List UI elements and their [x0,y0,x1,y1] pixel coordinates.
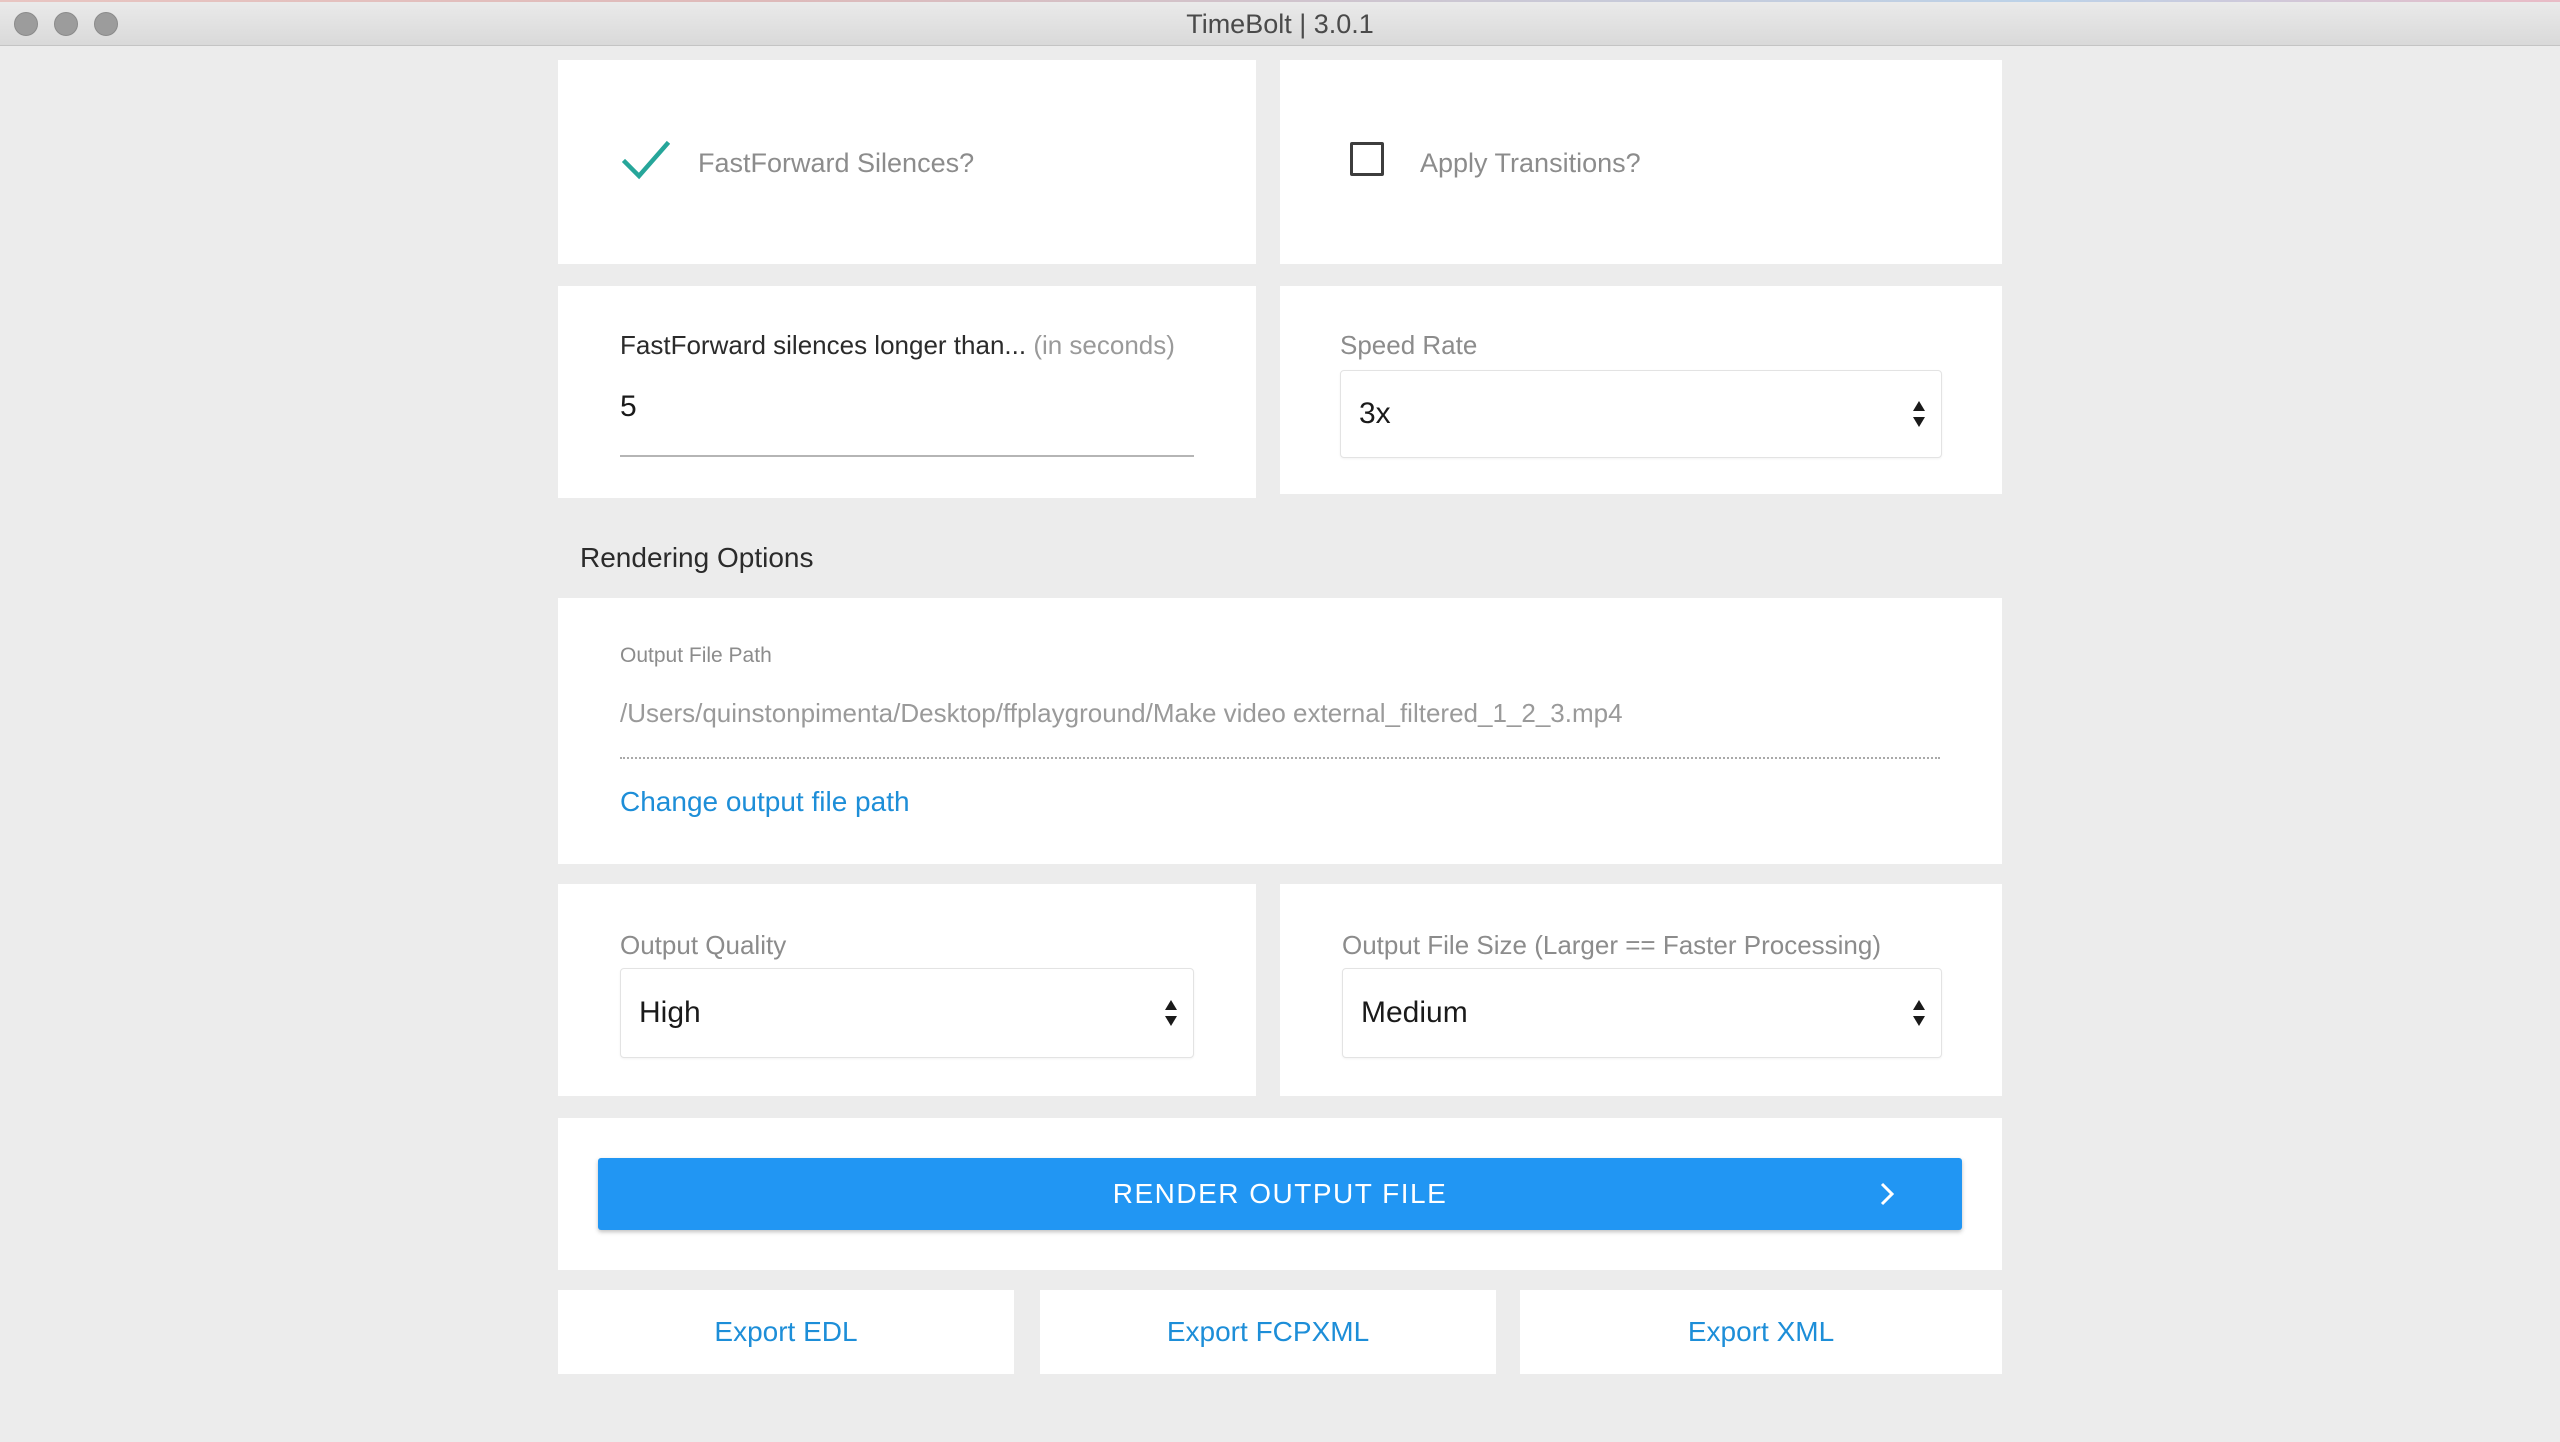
export-fcpxml-label: Export FCPXML [1166,1316,1370,1347]
silence-threshold-card: FastForward silences longer than... (in … [558,286,1256,498]
output-quality-value: High [639,996,701,1029]
silence-threshold-input[interactable]: 5 [620,390,637,424]
output-file-size-value: Medium [1361,996,1468,1029]
output-path-card: Output File Path /Users/quinstonpimenta/… [558,598,2002,864]
title-bar: TimeBolt | 3.0.1 [0,0,2560,46]
speed-rate-value: 3x [1359,397,1391,430]
output-file-size-card: Output File Size (Larger == Faster Proce… [1280,884,2002,1096]
apply-transitions-checkbox[interactable] [1350,142,1384,176]
export-fcpxml-button[interactable]: Export FCPXML [1040,1290,1496,1374]
export-edl-label: Export EDL [714,1316,858,1347]
select-arrows-icon [1165,1000,1177,1026]
app-window: TimeBolt | 3.0.1 FastForward Silences? A… [0,0,2560,1442]
checkmark-icon[interactable] [622,140,670,182]
output-quality-label: Output Quality [620,930,787,960]
silence-threshold-label-text: FastForward silences longer than... [620,330,1027,360]
export-xml-button[interactable]: Export XML [1520,1290,2002,1374]
export-edl-button[interactable]: Export EDL [558,1290,1014,1374]
render-output-file-button[interactable]: RENDER OUTPUT FILE [598,1158,1962,1230]
render-output-file-label: RENDER OUTPUT FILE [1112,1178,1448,1209]
change-output-path-link[interactable]: Change output file path [620,786,910,818]
output-quality-card: Output Quality High [558,884,1256,1096]
output-file-size-label: Output File Size (Larger == Faster Proce… [1342,930,1882,960]
silence-threshold-label: FastForward silences longer than... (in … [620,330,1175,361]
output-path-value: /Users/quinstonpimenta/Desktop/ffplaygro… [620,698,1623,728]
title-bar-accent [0,0,2560,2]
export-xml-label: Export XML [1687,1316,1835,1347]
output-file-size-select[interactable]: Medium [1342,968,1942,1058]
apply-transitions-card: Apply Transitions? [1280,60,2002,264]
fastforward-silences-label[interactable]: FastForward Silences? [698,148,974,179]
silence-threshold-hint: (in seconds) [1033,330,1175,360]
speed-rate-card: Speed Rate 3x [1280,286,2002,494]
silence-threshold-underline [620,455,1194,457]
speed-rate-label: Speed Rate [1340,330,1478,360]
output-quality-select[interactable]: High [620,968,1194,1058]
select-arrows-icon [1913,1000,1925,1026]
apply-transitions-label[interactable]: Apply Transitions? [1420,148,1641,179]
output-path-underline [620,757,1940,759]
chevron-right-icon [1880,1182,1894,1206]
rendering-options-heading: Rendering Options [580,542,814,573]
select-arrows-icon [1913,401,1925,427]
output-path-label: Output File Path [620,644,772,667]
fastforward-silences-card: FastForward Silences? [558,60,1256,264]
speed-rate-select[interactable]: 3x [1340,370,1942,458]
window-title: TimeBolt | 3.0.1 [1186,9,1374,39]
